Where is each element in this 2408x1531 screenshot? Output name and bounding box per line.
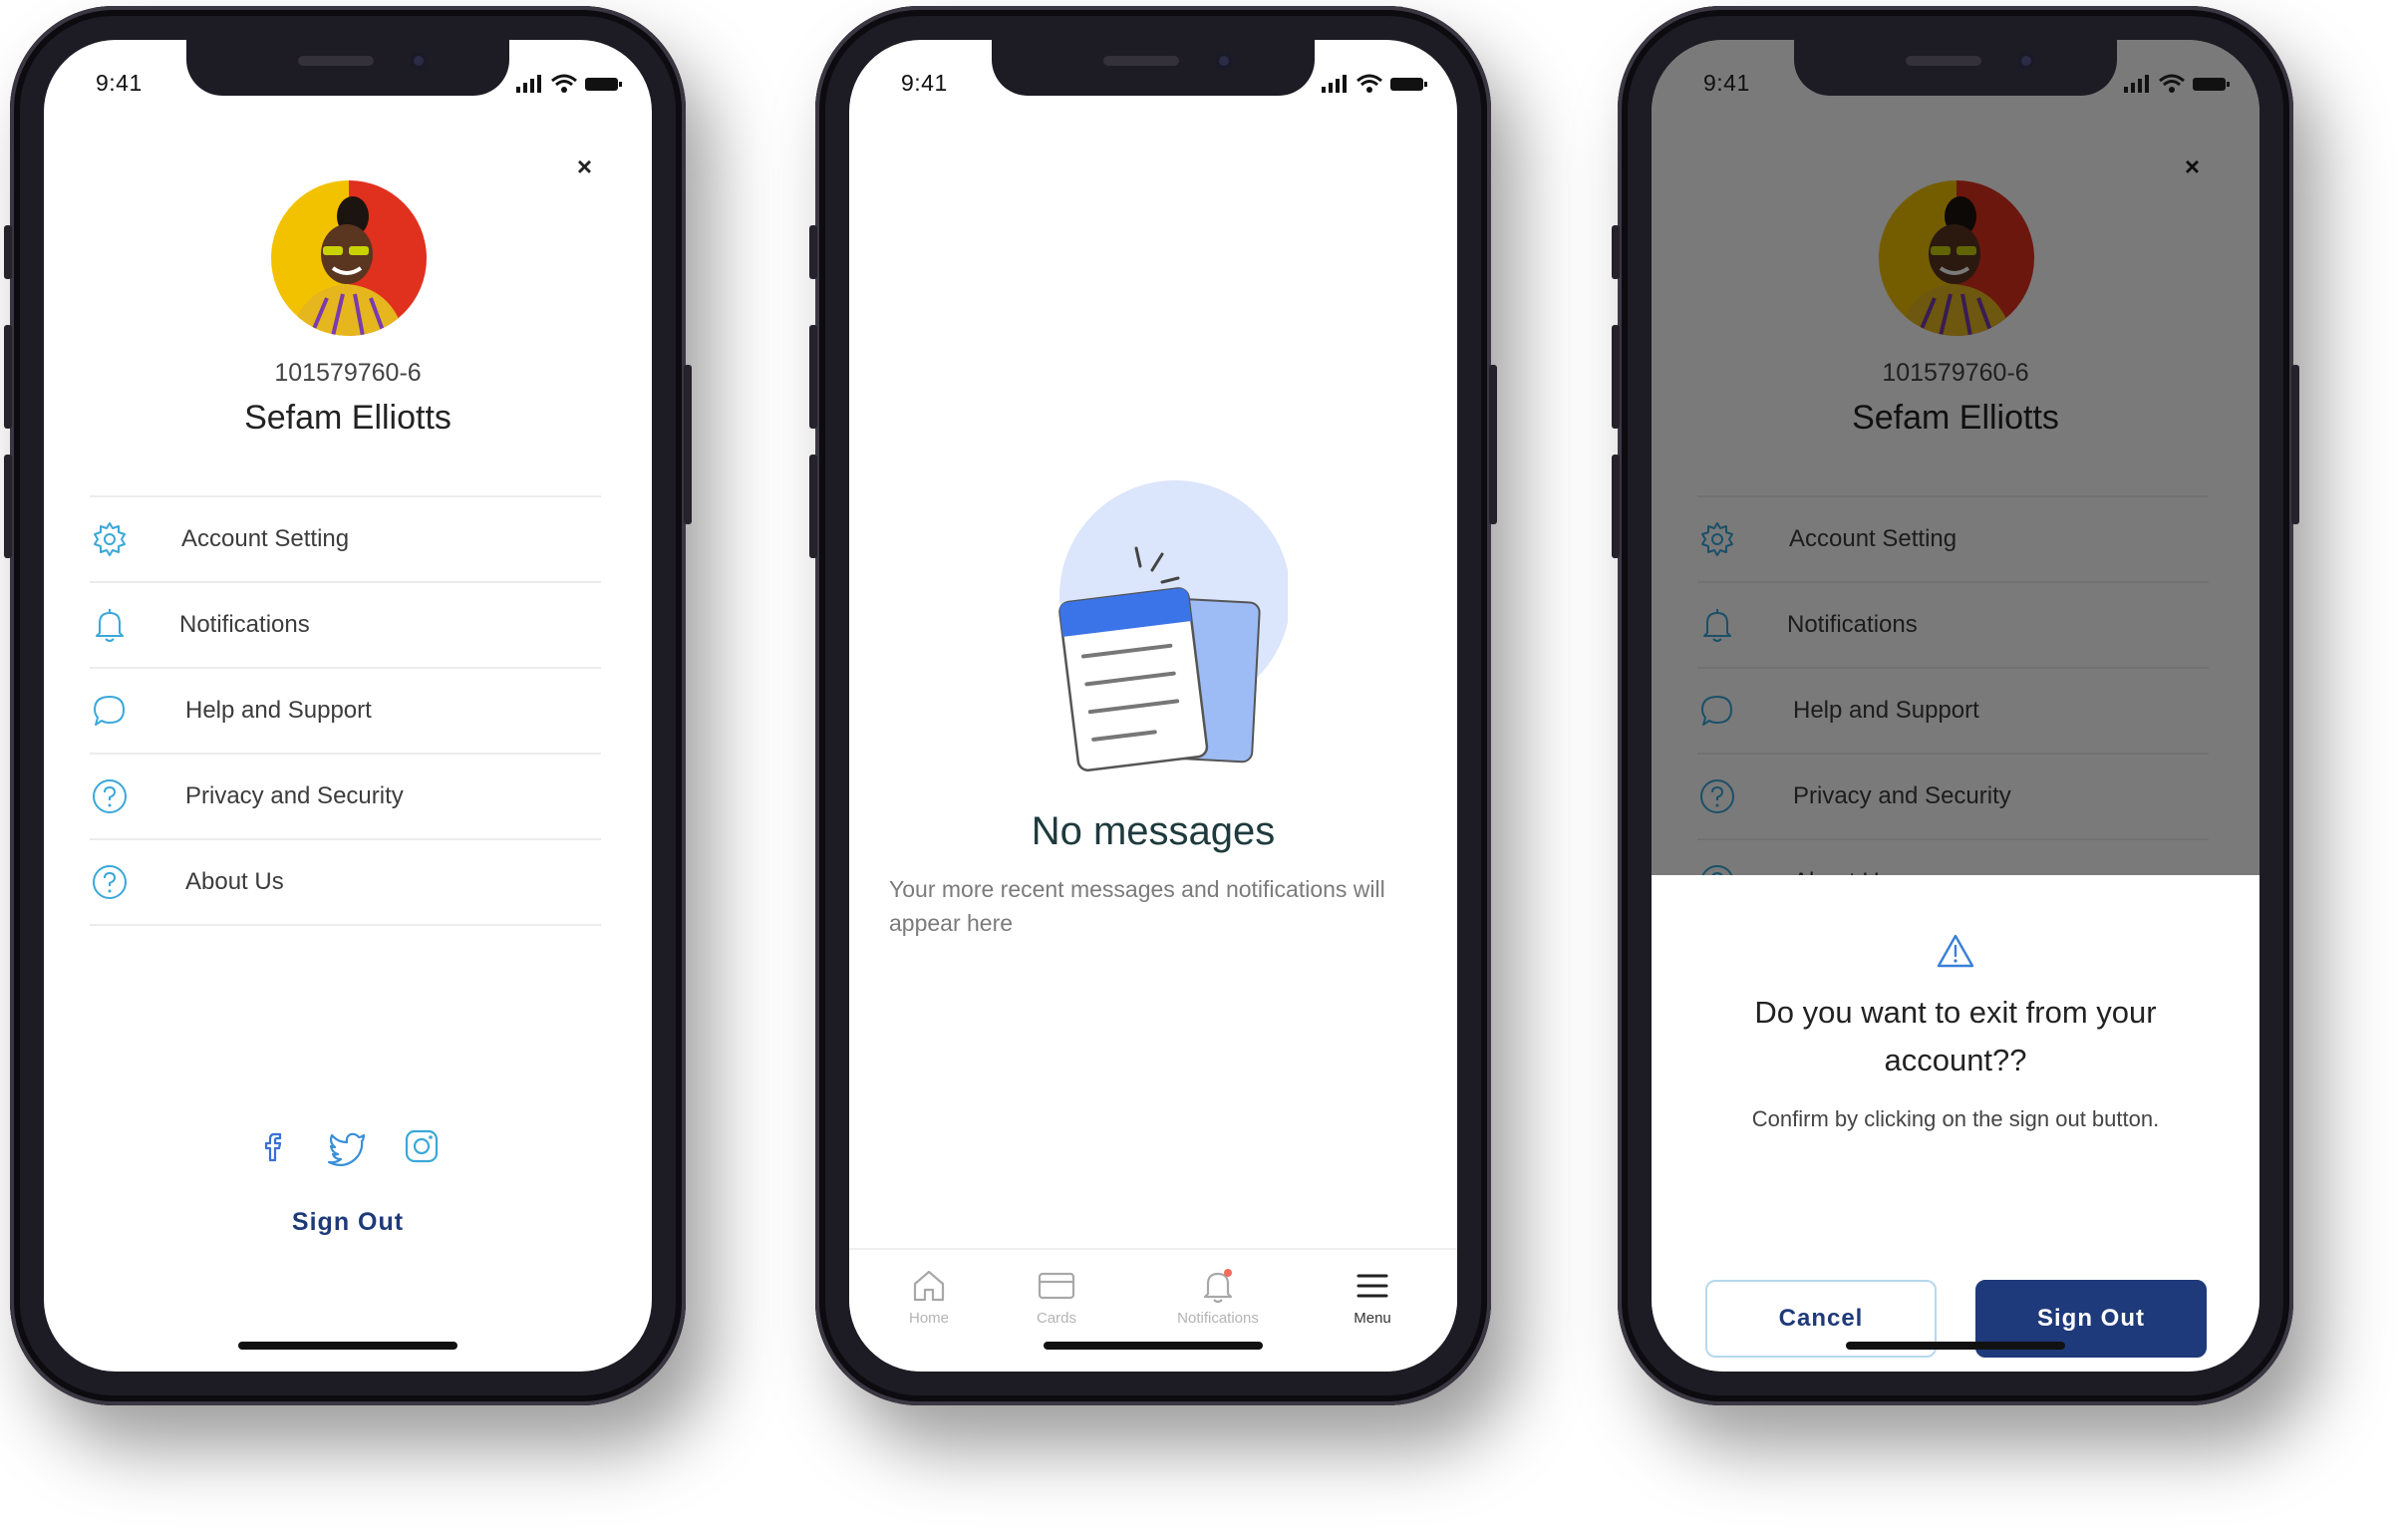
warning-icon — [1937, 934, 1974, 968]
battery-icon — [585, 78, 622, 91]
home-indicator — [1846, 1342, 2065, 1350]
nav-label: Home — [908, 1310, 949, 1327]
wifi-icon — [2159, 74, 2185, 93]
menu-item-label: Privacy and Security — [185, 782, 404, 809]
empty-messages-illustration — [1058, 480, 1288, 771]
status-time: 9:41 — [1703, 70, 1750, 96]
status-time: 9:41 — [96, 70, 143, 96]
question-circle-icon — [93, 865, 127, 899]
menu-item-about-us[interactable]: About Us — [90, 838, 601, 926]
gear-icon — [94, 522, 126, 556]
battery-icon — [1390, 78, 1427, 91]
chat-bubble-icon — [94, 696, 125, 726]
home-icon — [913, 1270, 945, 1302]
status-icons — [2122, 74, 2232, 94]
nav-notifications[interactable]: Notifications — [1163, 1266, 1273, 1327]
battery-icon — [2193, 78, 2230, 91]
account-number: 101579760-6 — [274, 359, 422, 387]
menu-item-notifications[interactable]: Notifications — [90, 581, 601, 667]
social-links — [44, 1126, 652, 1171]
notch — [992, 40, 1315, 96]
status-icons — [1320, 74, 1429, 94]
bell-icon — [1203, 1269, 1233, 1304]
status-time: 9:41 — [901, 70, 948, 96]
empty-state-description: Your more recent messages and notificati… — [889, 876, 1385, 936]
nav-menu[interactable]: Menu — [1318, 1266, 1427, 1327]
dialog-title: Do you want to exit from your account?? — [1754, 995, 2157, 1077]
menu-item-help-support[interactable]: Help and Support — [90, 667, 601, 753]
signal-icon — [1322, 75, 1347, 93]
wifi-icon — [1356, 74, 1382, 93]
home-indicator — [238, 1342, 457, 1350]
facebook-icon[interactable] — [254, 1126, 294, 1166]
sign-out-link[interactable]: Sign Out — [44, 1208, 652, 1237]
phone-profile: 9:41 × 101579760-6 Sefam Elliotts Accoun… — [4, 6, 692, 1405]
nav-label: Notifications — [1177, 1310, 1259, 1327]
nav-cards[interactable]: Cards — [1002, 1266, 1111, 1327]
phone-notifications: 9:41 No messages Your more recent messag… — [809, 6, 1497, 1405]
nav-label: Menu — [1354, 1310, 1391, 1327]
bell-icon — [96, 609, 124, 642]
question-circle-icon — [93, 779, 127, 813]
signout-dialog: Do you want to exit from your account?? … — [1652, 875, 2259, 1372]
card-icon — [1038, 1272, 1075, 1300]
twitter-icon[interactable] — [326, 1126, 370, 1167]
bottom-nav: Home Cards Notifications Menu — [849, 1248, 1457, 1372]
notch — [1794, 40, 2117, 96]
menu-item-label: Help and Support — [185, 697, 372, 724]
menu-item-privacy-security[interactable]: Privacy and Security — [90, 753, 601, 838]
signout-screen: 9:41 × 101579760-6 Sefam Elliotts — [1652, 40, 2259, 1372]
menu-item-label: About Us — [185, 868, 284, 895]
signal-icon — [516, 75, 541, 93]
close-button[interactable]: × — [577, 152, 592, 182]
profile-menu: Account Setting Notifications Help and S… — [90, 495, 601, 926]
nav-home[interactable]: Home — [874, 1266, 984, 1327]
phone-signout-dialog: 9:41 × 101579760-6 Sefam Elliotts — [1612, 6, 2299, 1405]
status-icons — [514, 74, 624, 94]
hamburger-icon — [1356, 1274, 1388, 1298]
wifi-icon — [551, 74, 577, 93]
menu-item-account-setting[interactable]: Account Setting — [90, 495, 601, 581]
signal-icon — [2124, 75, 2149, 93]
nav-label: Cards — [1036, 1310, 1076, 1327]
menu-item-label: Notifications — [179, 611, 310, 638]
profile-name: Sefam Elliotts — [244, 399, 452, 437]
instagram-icon[interactable] — [402, 1126, 442, 1166]
notifications-screen: 9:41 No messages Your more recent messag… — [849, 40, 1457, 1372]
empty-state-title: No messages — [1031, 809, 1276, 853]
notch — [186, 40, 509, 96]
profile-screen: 9:41 × 101579760-6 Sefam Elliotts Accoun… — [44, 40, 652, 1372]
home-indicator — [1044, 1342, 1263, 1350]
menu-item-label: Account Setting — [181, 525, 350, 552]
dialog-message: Confirm by clicking on the sign out butt… — [1751, 1106, 2160, 1131]
avatar — [271, 180, 427, 336]
